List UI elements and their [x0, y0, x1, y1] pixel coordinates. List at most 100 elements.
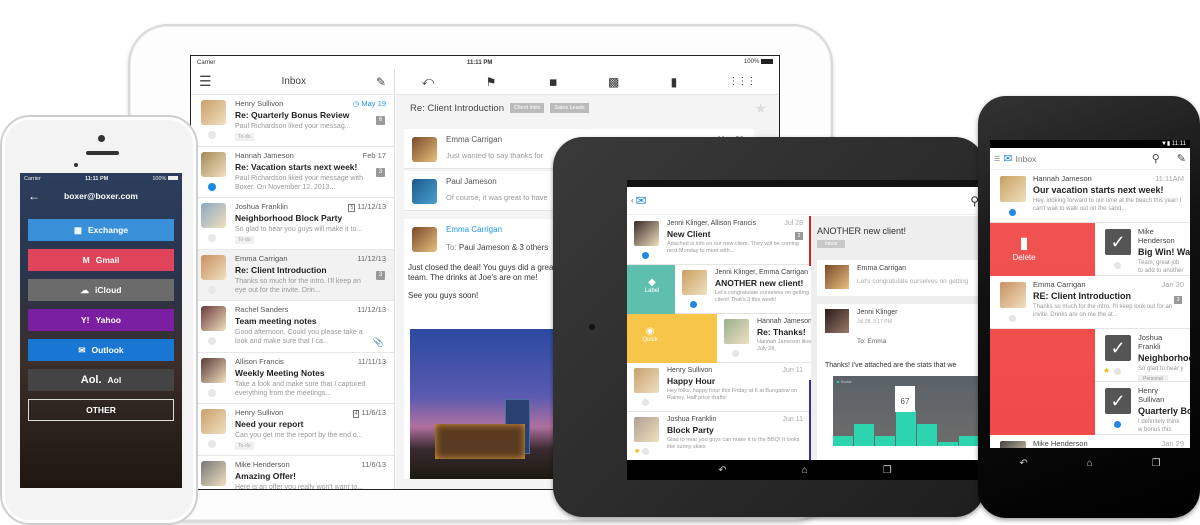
message-row[interactable]: Henry Sullivon ◷ May 19 Re: Quarterly Bonu…: [191, 95, 394, 147]
message-row[interactable]: Joshua Franklin 5 11/12/13 Neighborhood Bl…: [191, 198, 394, 250]
message-date: Jun 11: [782, 367, 804, 374]
other-account-button[interactable]: OTHER: [28, 399, 174, 421]
flag-icon[interactable]: ⚑: [486, 75, 497, 89]
message-row[interactable]: ✓ Mike Henderson Big Win! Way Team, great j…: [1095, 223, 1190, 276]
search-icon[interactable]: ⚲: [1152, 152, 1160, 165]
unread-dot: [208, 337, 216, 345]
tag-chip[interactable]: To-do: [235, 133, 254, 141]
account-button-exchange[interactable]: ▦ Exchange: [28, 219, 174, 241]
recipients[interactable]: To: Paul Jameson & 3 others: [446, 243, 548, 252]
unread-dot: [690, 301, 697, 308]
message-date: 11:11AM: [1155, 174, 1184, 183]
grid-icon[interactable]: ⋮⋮⋮: [728, 76, 756, 87]
recents-icon[interactable]: ❐: [883, 465, 892, 476]
message-row[interactable]: Hannah Jameson Feb 17 Re: Vacation starts …: [191, 146, 394, 198]
swipe-action-delete[interactable]: ▮ Delete: [990, 223, 1095, 435]
icloud-icon: ☁: [80, 284, 90, 295]
back-icon[interactable]: ↶: [1019, 458, 1027, 469]
compose-icon[interactable]: ✎: [1177, 152, 1186, 165]
message-date: 11/11/13: [357, 356, 386, 366]
battery-label: 100%: [744, 59, 773, 66]
avatar: [201, 151, 226, 177]
message-row[interactable]: Mike Henderson Jan 29: [990, 435, 1190, 448]
swipe-label: Delete: [1012, 253, 1036, 262]
tag-chip[interactable]: Personal: [1138, 375, 1168, 381]
recents-icon[interactable]: ❐: [1152, 458, 1161, 469]
label-chip[interactable]: Sales Leads: [550, 103, 589, 113]
back-chevron-icon[interactable]: ‹: [631, 196, 634, 205]
tag-chip[interactable]: To-do: [235, 236, 254, 244]
inbox-title: Inbox: [281, 76, 306, 87]
message-subject: Happy Hour: [667, 376, 716, 386]
message-row[interactable]: Emma Carrigan Jan 30 RE: Client Introducti…: [990, 276, 1190, 329]
archive-icon[interactable]: ▩: [608, 75, 619, 89]
message-row[interactable]: Henry Sullivon Jun 11 Happy Hour Hey folks,…: [627, 363, 809, 412]
sender-name: Emma Carrigan: [1033, 280, 1086, 289]
sender-name: Jenni Klinger, Emma Carrigan: [715, 269, 808, 276]
thread-message[interactable]: Emma Carrigan Let's congratulate ourselv…: [817, 260, 983, 296]
drawer-icon[interactable]: ☰: [994, 155, 1000, 163]
account-button-aol[interactable]: Aol. Aol: [28, 369, 174, 391]
message-row[interactable]: Emma Carrigan 11/12/13 Re: Client Introduc…: [191, 249, 394, 301]
tag-icon[interactable]: ◆: [544, 73, 560, 89]
message-row[interactable]: Jenni Klinger, Allison Francis Jul 28 New …: [627, 216, 809, 265]
message-row[interactable]: Henry Sullivon 4 11/6/13 Need your report C…: [191, 404, 394, 456]
back-icon[interactable]: ↶: [718, 465, 726, 476]
reply-icon[interactable]: ⤺: [422, 74, 435, 89]
message-subject: Team meeting notes: [235, 316, 317, 326]
stats-bar: [896, 410, 916, 446]
checkmark-icon[interactable]: ✓: [1105, 229, 1131, 255]
android-phone-screen: ▼▮ 11:11 ☰ ✉ Inbox ⚲ ✎ Hannah Jameson 11:…: [990, 140, 1190, 448]
account-label: Exchange: [87, 225, 129, 235]
message-row[interactable]: Hannah Jameson 11:11AM Our vacation starts…: [990, 170, 1190, 223]
sensor: [74, 163, 78, 167]
account-label: Aol: [107, 375, 122, 385]
gmail-icon: M: [82, 255, 90, 265]
compose-icon[interactable]: ✎: [376, 75, 386, 89]
star-icon[interactable]: ★: [634, 447, 640, 455]
stats-image[interactable]: ■ Social 67: [833, 376, 983, 446]
phone-status-bar: ▼▮ 11:11: [990, 140, 1190, 148]
checkmark-icon[interactable]: ✓: [1105, 388, 1131, 414]
account-button-icloud[interactable]: ☁ iCloud: [28, 279, 174, 301]
message-row[interactable]: ✓ ★ Joshua Frankli Neighborhoo So glad to he…: [1095, 329, 1190, 382]
label-chip[interactable]: Client intro: [510, 103, 545, 113]
battery-icon: [760, 59, 773, 65]
sender-name: Henry Sullivan: [1138, 386, 1165, 404]
avatar: [412, 227, 437, 252]
hamburger-icon[interactable]: ☰: [199, 73, 212, 90]
battery-icon: [167, 176, 178, 180]
avatar: [634, 417, 659, 442]
star-icon[interactable]: ★: [754, 100, 767, 117]
sender-name[interactable]: Emma Carrigan: [446, 225, 502, 234]
label-chip[interactable]: Inbox: [817, 240, 846, 248]
star-icon[interactable]: ★: [1103, 366, 1110, 375]
message-date: 11/6/13: [361, 459, 386, 469]
avatar: [825, 265, 849, 289]
sender-name: Paul Jameson: [446, 177, 497, 186]
message-row[interactable]: Mike Henderson 11/6/13 Amazing Offer! Here …: [191, 455, 394, 489]
avatar: [1000, 176, 1026, 202]
checkmark-icon[interactable]: ✓: [1105, 335, 1131, 361]
camera: [589, 324, 595, 330]
iphone-status-bar: Carrier 11:11 PM 100%: [20, 173, 182, 185]
trash-icon[interactable]: ▮: [671, 75, 678, 89]
home-icon[interactable]: ⌂: [802, 465, 808, 476]
back-arrow-icon[interactable]: ←: [28, 189, 40, 203]
message-subject: Weekly Meeting Notes: [235, 367, 325, 378]
tag-chip[interactable]: To-do: [235, 442, 254, 450]
avatar: [201, 100, 226, 125]
message-preview: Take a look and make sure that I capture…: [235, 380, 366, 397]
message-row[interactable]: ★ Joshua Franklin Jun 11 Block Party Glad to…: [627, 412, 809, 461]
message-row[interactable]: ✓ Henry Sullivan Quarterly Bo I definitely …: [1095, 382, 1190, 435]
unread-dot: [642, 448, 649, 455]
recipients: To: Emma: [857, 338, 887, 345]
message-row[interactable]: Rachel Sanders 11/12/13 Team meeting notes…: [191, 301, 394, 353]
account-button-gmail[interactable]: M Gmail: [28, 249, 174, 271]
account-button-outlook[interactable]: ✉ Outlook: [28, 339, 174, 361]
home-icon[interactable]: ⌂: [1087, 458, 1093, 469]
attached-photo[interactable]: [410, 329, 560, 479]
stats-bar: [938, 442, 958, 446]
message-row[interactable]: Allison Francis 11/11/13 Weekly Meeting No…: [191, 352, 394, 404]
account-button-yahoo[interactable]: Y! Yahoo: [28, 309, 174, 331]
